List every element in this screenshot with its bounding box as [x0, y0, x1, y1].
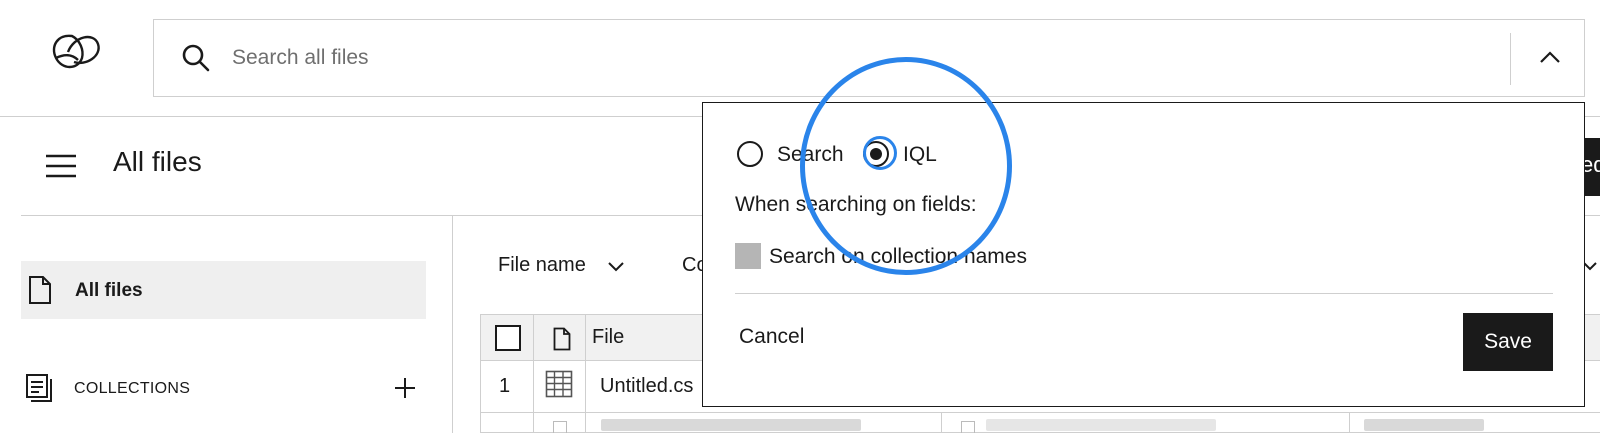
focus-ring: [863, 136, 897, 170]
collection-names-checkbox[interactable]: [735, 243, 761, 269]
chevron-up-icon[interactable]: [1532, 40, 1568, 76]
leaf-logo-icon[interactable]: [44, 28, 104, 76]
collection-names-label[interactable]: Search on collection names: [769, 245, 1027, 269]
search-input[interactable]: [232, 34, 1432, 82]
sidebar-item-all-files[interactable]: All files: [21, 261, 426, 319]
cancel-button[interactable]: Cancel: [739, 315, 839, 359]
collections-icon: [26, 374, 52, 402]
radio-search[interactable]: [737, 141, 763, 167]
search-mode-popup: Search IQL When searching on fields: Sea…: [702, 102, 1585, 407]
column-header-file[interactable]: File: [592, 326, 624, 349]
collections-heading: COLLECTIONS: [74, 380, 191, 397]
column-divider: [533, 315, 534, 433]
column-divider: [941, 412, 942, 433]
file-icon: [553, 327, 571, 351]
filter-file-name[interactable]: File name: [498, 254, 586, 277]
spreadsheet-icon: [545, 370, 573, 398]
radio-search-label[interactable]: Search: [777, 143, 844, 167]
cell-obscured: [986, 419, 1216, 431]
sidebar-item-label: All files: [75, 280, 143, 301]
column-divider: [1349, 412, 1350, 433]
row-number: 1: [499, 375, 511, 397]
row-icon-placeholder: [553, 421, 567, 433]
file-name-cell[interactable]: Untitled.cs: [600, 375, 693, 398]
row-divider: [481, 412, 1600, 413]
file-icon: [29, 276, 51, 304]
search-icon[interactable]: [180, 42, 212, 74]
column-divider: [585, 315, 586, 433]
radio-iql-label[interactable]: IQL: [903, 143, 937, 167]
search-divider: [1510, 33, 1511, 85]
file-name-cell-obscured: [601, 419, 861, 431]
chevron-down-icon[interactable]: [605, 255, 627, 277]
hamburger-icon[interactable]: [44, 152, 78, 180]
search-bar: [153, 19, 1585, 97]
plus-icon[interactable]: [393, 376, 417, 400]
save-button[interactable]: Save: [1463, 313, 1553, 371]
sidebar-divider: [452, 216, 453, 433]
row-icon-placeholder: [961, 421, 975, 433]
fields-hint: When searching on fields:: [735, 193, 977, 216]
page-title: All files: [113, 146, 202, 177]
popup-divider: [735, 293, 1553, 294]
cell-obscured: [1364, 419, 1484, 431]
select-all-checkbox[interactable]: [495, 325, 521, 351]
